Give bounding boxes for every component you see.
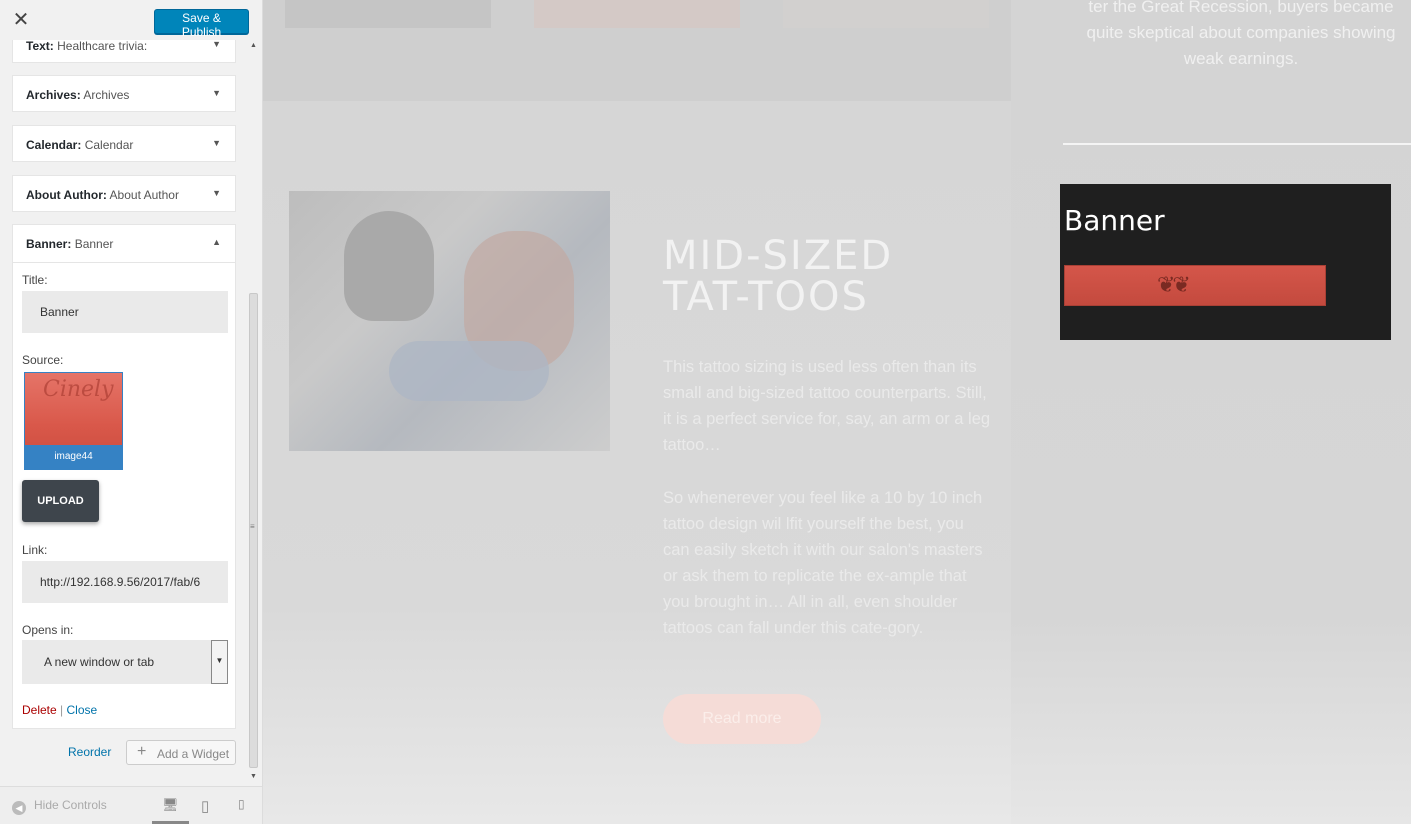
scroll-down-arrow-icon[interactable]: ▼: [250, 773, 257, 780]
widget-title: Archives: Archives: [26, 88, 130, 102]
collapse-arrow-icon: ◀: [12, 801, 26, 815]
thumbnail-art: Cinely: [43, 377, 114, 402]
customizer-footer: ◀ Hide Controls 🖥 ▯ ▯: [0, 786, 262, 824]
scrollbar-thumb[interactable]: ≡: [249, 293, 258, 768]
article-title[interactable]: MID-SIZED TAT-TOOS: [663, 236, 993, 318]
dropdown-arrow-icon[interactable]: ▼: [211, 640, 228, 684]
opens-in-value: A new window or tab: [44, 655, 155, 669]
widget-actions: Delete | Close: [22, 703, 97, 717]
widget-about-author[interactable]: About Author: About Author ▼: [12, 175, 236, 212]
widget-calendar[interactable]: Calendar: Calendar ▼: [12, 125, 236, 162]
site-preview: MID-SIZED TAT-TOOS This tattoo sizing is…: [263, 0, 1411, 824]
link-label: Link:: [22, 543, 48, 557]
sidebar-text: ter the Great Recession, buyers became q…: [1086, 0, 1396, 68]
thumbnail-caption: image44: [25, 445, 122, 469]
source-image-thumbnail[interactable]: Cinely image44: [24, 372, 123, 470]
gallery-image[interactable]: [285, 0, 491, 28]
add-widget-label: Add a Widget: [157, 747, 230, 761]
article-paragraph: This tattoo sizing is used less often th…: [663, 358, 991, 454]
link-input[interactable]: http://192.168.9.56/2017/fab/6: [22, 561, 228, 603]
source-label: Source:: [22, 353, 64, 367]
expand-caret-icon[interactable]: ▼: [212, 188, 221, 198]
photo-figure: [344, 211, 434, 321]
separator: |: [60, 703, 64, 717]
article-photo[interactable]: [289, 191, 610, 451]
gallery-image[interactable]: [783, 0, 989, 28]
title-label: Title:: [22, 273, 48, 287]
opens-in-label: Opens in:: [22, 623, 74, 637]
expand-caret-icon[interactable]: ▼: [212, 138, 221, 148]
panel-scrollbar[interactable]: ▲ ≡ ▼: [246, 40, 262, 785]
scrollbar-grip-icon: ≡: [250, 522, 255, 531]
collapse-caret-icon[interactable]: ▲: [212, 237, 221, 247]
scroll-up-arrow-icon[interactable]: ▲: [250, 42, 257, 49]
widget-title: Calendar: Calendar: [26, 138, 134, 152]
desktop-preview-icon[interactable]: 🖥: [162, 797, 179, 813]
tablet-preview-icon[interactable]: ▯: [201, 797, 209, 815]
widget-title: Text: Healthcare trivia:: [26, 39, 148, 53]
banner-title: Banner: [1064, 204, 1165, 237]
widget-title: Banner: Banner: [26, 237, 114, 251]
expand-caret-icon[interactable]: ▼: [212, 88, 221, 98]
read-more-button[interactable]: Read more: [663, 694, 821, 744]
banner-image-art: ❦❦: [1157, 272, 1191, 297]
upload-button[interactable]: UPLOAD: [22, 480, 99, 522]
gallery-image[interactable]: [534, 0, 740, 28]
photo-figure: [389, 341, 549, 401]
preview-sidebar: ter the Great Recession, buyers became q…: [1011, 0, 1411, 824]
banner-image[interactable]: ❦❦: [1064, 265, 1326, 306]
plus-icon: +: [137, 743, 147, 760]
widget-banner: Banner: Banner ▲ Title: Banner Source: C…: [12, 224, 236, 729]
widget-title: About Author: About Author: [26, 188, 179, 202]
opens-in-select[interactable]: A new window or tab ▼: [22, 640, 228, 684]
previous-section: [263, 0, 1011, 101]
customizer-panel: ✕ Save & Publish Text: Healthcare trivia…: [0, 0, 263, 824]
customizer-header: ✕ Save & Publish: [0, 0, 262, 40]
sidebar-divider: [1063, 143, 1411, 145]
article-paragraph: So whenerever you feel like a 10 by 10 i…: [663, 489, 983, 637]
add-widget-button[interactable]: + Add a Widget: [126, 740, 236, 765]
mobile-preview-icon[interactable]: ▯: [238, 797, 245, 811]
close-customizer-icon[interactable]: ✕: [10, 9, 32, 31]
title-input[interactable]: Banner: [22, 291, 228, 333]
banner-widget-preview[interactable]: Banner ❦❦: [1060, 184, 1391, 340]
save-publish-button[interactable]: Save & Publish: [154, 9, 249, 39]
close-link[interactable]: Close: [67, 703, 98, 717]
widget-banner-header[interactable]: Banner: Banner ▲: [13, 225, 235, 263]
reorder-link[interactable]: Reorder: [68, 745, 111, 759]
expand-caret-icon[interactable]: ▼: [212, 39, 221, 49]
widget-archives[interactable]: Archives: Archives ▼: [12, 75, 236, 112]
delete-link[interactable]: Delete: [22, 703, 57, 717]
hide-controls-button[interactable]: ◀ Hide Controls: [12, 798, 107, 815]
